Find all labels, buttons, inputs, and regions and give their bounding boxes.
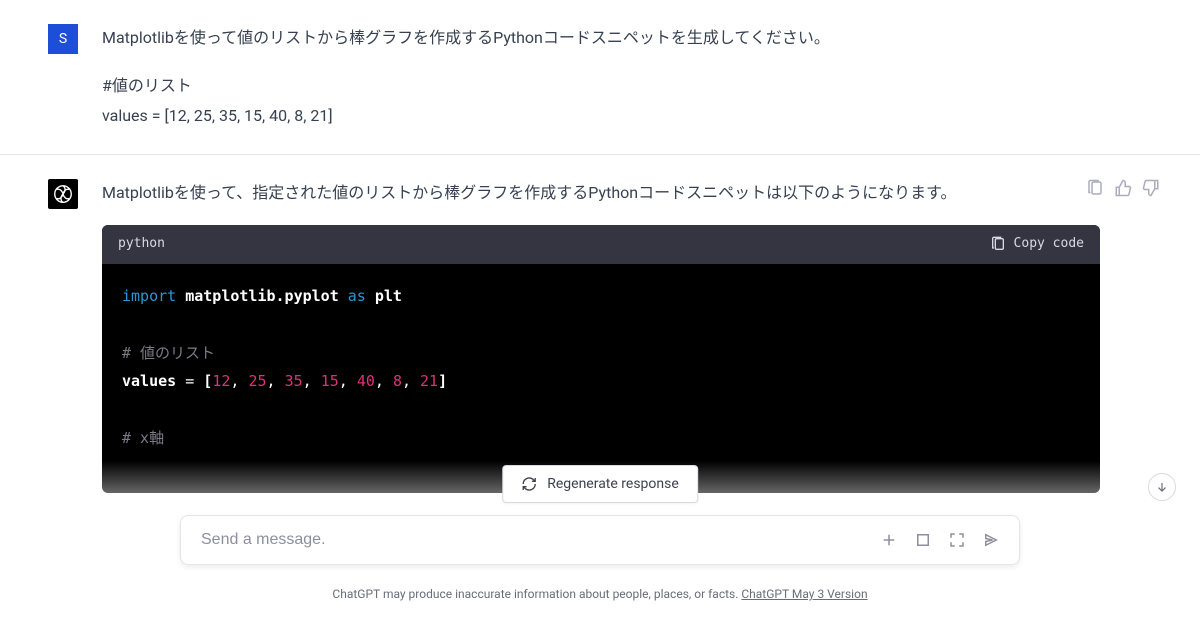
user-prompt-line3: values = [12, 25, 35, 15, 40, 8, 21] [102,102,1100,130]
expand-icon [948,531,966,549]
disclaimer: ChatGPT may produce inaccurate informati… [0,587,1200,601]
thumbs-down-button[interactable] [1142,179,1160,197]
code-block: python Copy code import matplotlib.pyplo… [102,225,1100,493]
scroll-down-button[interactable] [1148,473,1176,501]
copy-message-button[interactable] [1086,179,1104,197]
refresh-icon [521,476,537,492]
assistant-avatar [48,179,78,209]
message-input[interactable] [199,530,865,550]
thumbs-down-icon [1142,179,1160,197]
disclaimer-text: ChatGPT may produce inaccurate informati… [332,587,741,601]
assistant-message: Matplotlibを使って、指定された値のリストから棒グラフを作成するPyth… [0,154,1200,517]
version-link[interactable]: ChatGPT May 3 Version [741,587,867,601]
square-icon [914,531,932,549]
code-header: python Copy code [102,225,1100,264]
message-input-bar[interactable] [180,515,1020,565]
thumbs-up-button[interactable] [1114,179,1132,197]
send-icon [982,531,1000,549]
user-message: S Matplotlibを使って値のリストから棒グラフを作成するPythonコー… [0,0,1200,154]
plus-button[interactable] [879,530,899,550]
code-language-label: python [118,233,165,256]
regenerate-label: Regenerate response [547,476,679,492]
arrow-down-icon [1155,480,1169,494]
expand-button[interactable] [947,530,967,550]
assistant-intro: Matplotlibを使って、指定された値のリストから棒グラフを作成するPyth… [102,179,1100,207]
user-content: Matplotlibを使って値のリストから棒グラフを作成するPythonコードス… [102,24,1160,130]
thumbs-up-icon [1114,179,1132,197]
clipboard-icon [1086,179,1104,197]
user-prompt-line1: Matplotlibを使って値のリストから棒グラフを作成するPythonコードス… [102,24,1100,52]
user-prompt-line2: #値のリスト [102,72,1100,100]
regenerate-button[interactable]: Regenerate response [502,465,698,503]
send-button[interactable] [981,530,1001,550]
user-avatar-letter: S [59,31,67,47]
square-button[interactable] [913,530,933,550]
copy-code-label: Copy code [1014,233,1084,256]
plus-icon [880,531,898,549]
user-avatar: S [48,24,78,54]
code-content: import matplotlib.pyplot as plt # 値のリスト … [102,264,1100,493]
assistant-content: Matplotlibを使って、指定された値のリストから棒グラフを作成するPyth… [102,179,1160,493]
clipboard-icon [990,236,1006,252]
copy-code-button[interactable]: Copy code [990,233,1084,256]
message-actions [1086,179,1160,197]
